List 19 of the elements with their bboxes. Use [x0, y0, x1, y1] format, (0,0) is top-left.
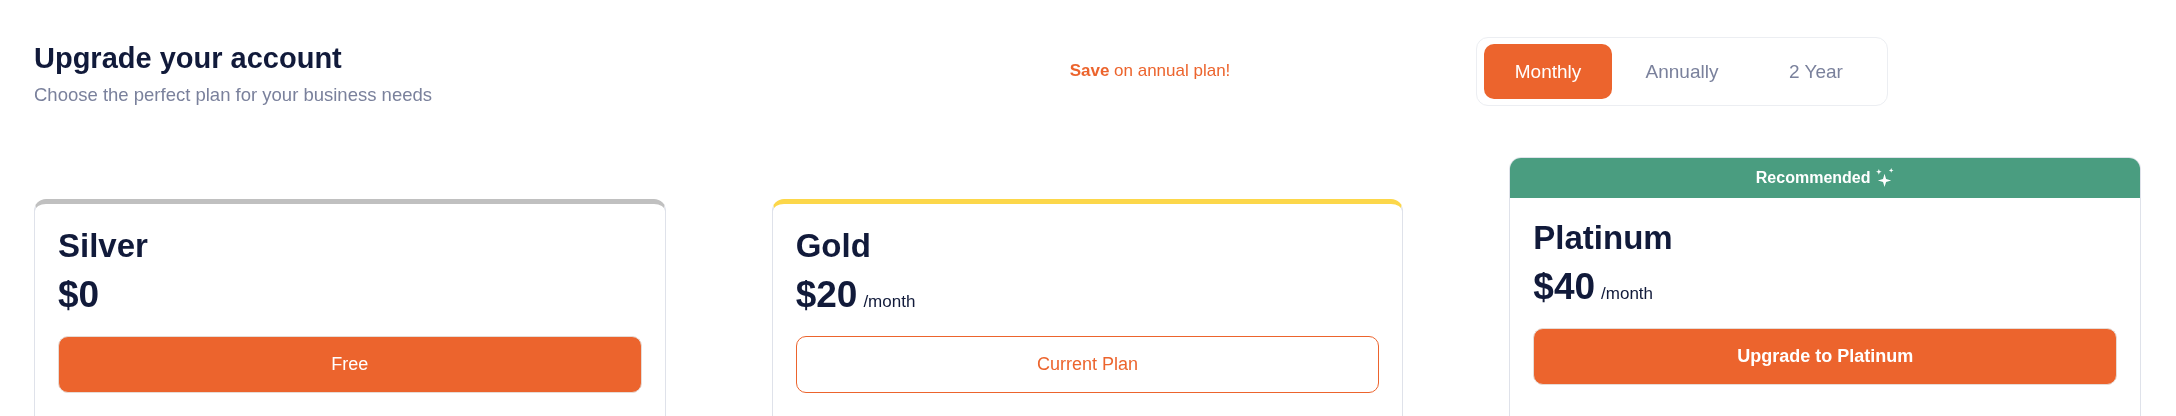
banner-label: Recommended [1755, 169, 1871, 187]
sparkles-icon [1875, 167, 1895, 189]
plan-price: $40 [1533, 266, 1596, 308]
plan-name: Platinum [1533, 218, 1674, 258]
plan-button[interactable]: Free [58, 336, 642, 393]
price-period: /month [863, 292, 916, 312]
billing-tab[interactable]: 2 Year [1752, 44, 1880, 99]
plan-name: Gold [795, 226, 872, 266]
plan-price: $20 [795, 274, 858, 316]
plan-button[interactable]: Upgrade to Platinum [1533, 328, 2117, 385]
plan-price: $0 [58, 274, 100, 316]
page-subtitle: Choose the perfect plan for your business needs [34, 84, 433, 106]
billing-tab[interactable]: Monthly [1484, 44, 1612, 99]
billing-tab[interactable]: Annually [1618, 44, 1746, 99]
page-title: Upgrade your account [34, 41, 343, 76]
plan-button[interactable]: Current Plan [795, 336, 1380, 393]
promo-text: Save on annual plan! [1068, 61, 1232, 81]
price-period: /month [1601, 284, 1654, 304]
plan-name: Silver [58, 226, 149, 266]
